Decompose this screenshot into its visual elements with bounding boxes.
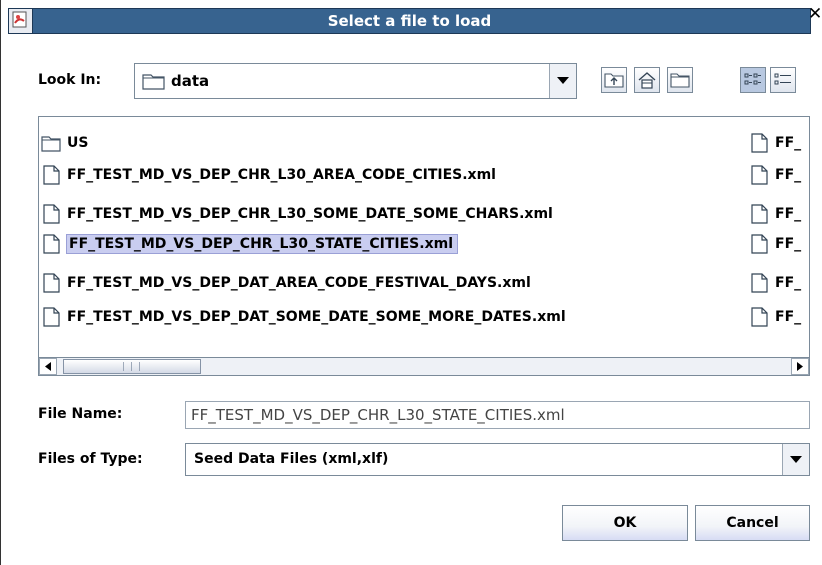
file-icon [751,233,768,254]
file-name-label: File Name: [38,406,123,422]
list-item[interactable]: FF_ [749,232,801,255]
file-name: FF_TEST_MD_VS_DEP_CHR_L30_STATE_CITIES.x… [66,233,458,254]
file-name: FF_ [775,166,802,183]
list-item[interactable]: FF_ [749,202,801,225]
chevron-down-icon[interactable] [549,64,576,98]
list-item[interactable]: FF_TEST_MD_VS_DEP_DAT_SOME_DATE_SOME_MOR… [41,305,566,328]
file-icon [43,306,60,327]
file-icon [43,164,60,185]
dialog-title: Select a file to load [327,12,492,30]
files-of-type-combo[interactable]: Seed Data Files (xml,xlf) [185,443,810,476]
file-name: FF_ [775,235,802,252]
list-item[interactable]: FF_ [749,305,801,328]
home-icon[interactable] [634,67,660,93]
file-list[interactable]: US FF_TEST_MD_VS_DEP_CHR_L30_AREA_CODE_C… [38,116,810,359]
title-bar[interactable]: Select a file to load [8,8,811,34]
close-icon[interactable]: ✕ [808,6,822,23]
file-name: FF_ [775,134,802,151]
file-name: FF_TEST_MD_VS_DEP_DAT_AREA_CODE_FESTIVAL… [67,274,531,291]
file-name-field[interactable]: FF_TEST_MD_VS_DEP_CHR_L30_STATE_CITIES.x… [185,401,810,429]
list-item[interactable]: FF_TEST_MD_VS_DEP_CHR_L30_SOME_DATE_SOME… [41,202,553,225]
folder-icon [41,135,61,152]
file-icon [751,306,768,327]
up-folder-icon[interactable] [601,67,627,93]
file-name: FF_ [775,308,802,325]
cancel-button[interactable]: Cancel [695,505,810,541]
list-item-selected[interactable]: FF_TEST_MD_VS_DEP_CHR_L30_STATE_CITIES.x… [41,232,458,255]
list-item[interactable]: US [41,131,88,154]
file-icon [43,203,60,224]
file-name: FF_TEST_MD_VS_DEP_DAT_SOME_DATE_SOME_MOR… [67,308,566,325]
scroll-thumb[interactable]: | | | [63,359,201,374]
file-icon [751,203,768,224]
file-icon [751,164,768,185]
file-name: FF_ [775,274,802,291]
scroll-left-icon[interactable] [39,358,57,375]
list-item[interactable]: FF_ [749,271,801,294]
file-icon [751,272,768,293]
window-border [0,0,1,565]
details-view-icon[interactable] [770,67,796,93]
folder-icon [142,72,166,94]
files-of-type-value: Seed Data Files (xml,xlf) [194,451,389,467]
list-item[interactable]: FF_ [749,163,801,186]
file-name: FF_ [775,205,802,222]
file-icon [43,272,60,293]
file-name-value: FF_TEST_MD_VS_DEP_CHR_L30_STATE_CITIES.x… [191,406,565,424]
files-of-type-label: Files of Type: [38,451,143,467]
look-in-label: Look In: [38,72,102,88]
file-name: FF_TEST_MD_VS_DEP_CHR_L30_SOME_DATE_SOME… [67,205,553,222]
list-item[interactable]: FF_ [749,131,801,154]
ok-button[interactable]: OK [562,505,688,541]
horizontal-scrollbar[interactable]: | | | [38,357,810,376]
file-name: FF_TEST_MD_VS_DEP_CHR_L30_AREA_CODE_CITI… [67,166,496,183]
file-name: US [67,134,89,151]
list-item[interactable]: FF_TEST_MD_VS_DEP_DAT_AREA_CODE_FESTIVAL… [41,271,531,294]
file-icon [43,233,60,254]
chevron-down-icon[interactable] [782,444,809,475]
look-in-combo[interactable]: data [134,63,577,99]
list-view-icon[interactable] [740,67,766,93]
file-icon [751,132,768,153]
new-folder-icon[interactable] [667,67,693,93]
look-in-value: data [171,72,210,90]
list-item[interactable]: FF_TEST_MD_VS_DEP_CHR_L30_AREA_CODE_CITI… [41,163,496,186]
scroll-right-icon[interactable] [791,358,809,375]
